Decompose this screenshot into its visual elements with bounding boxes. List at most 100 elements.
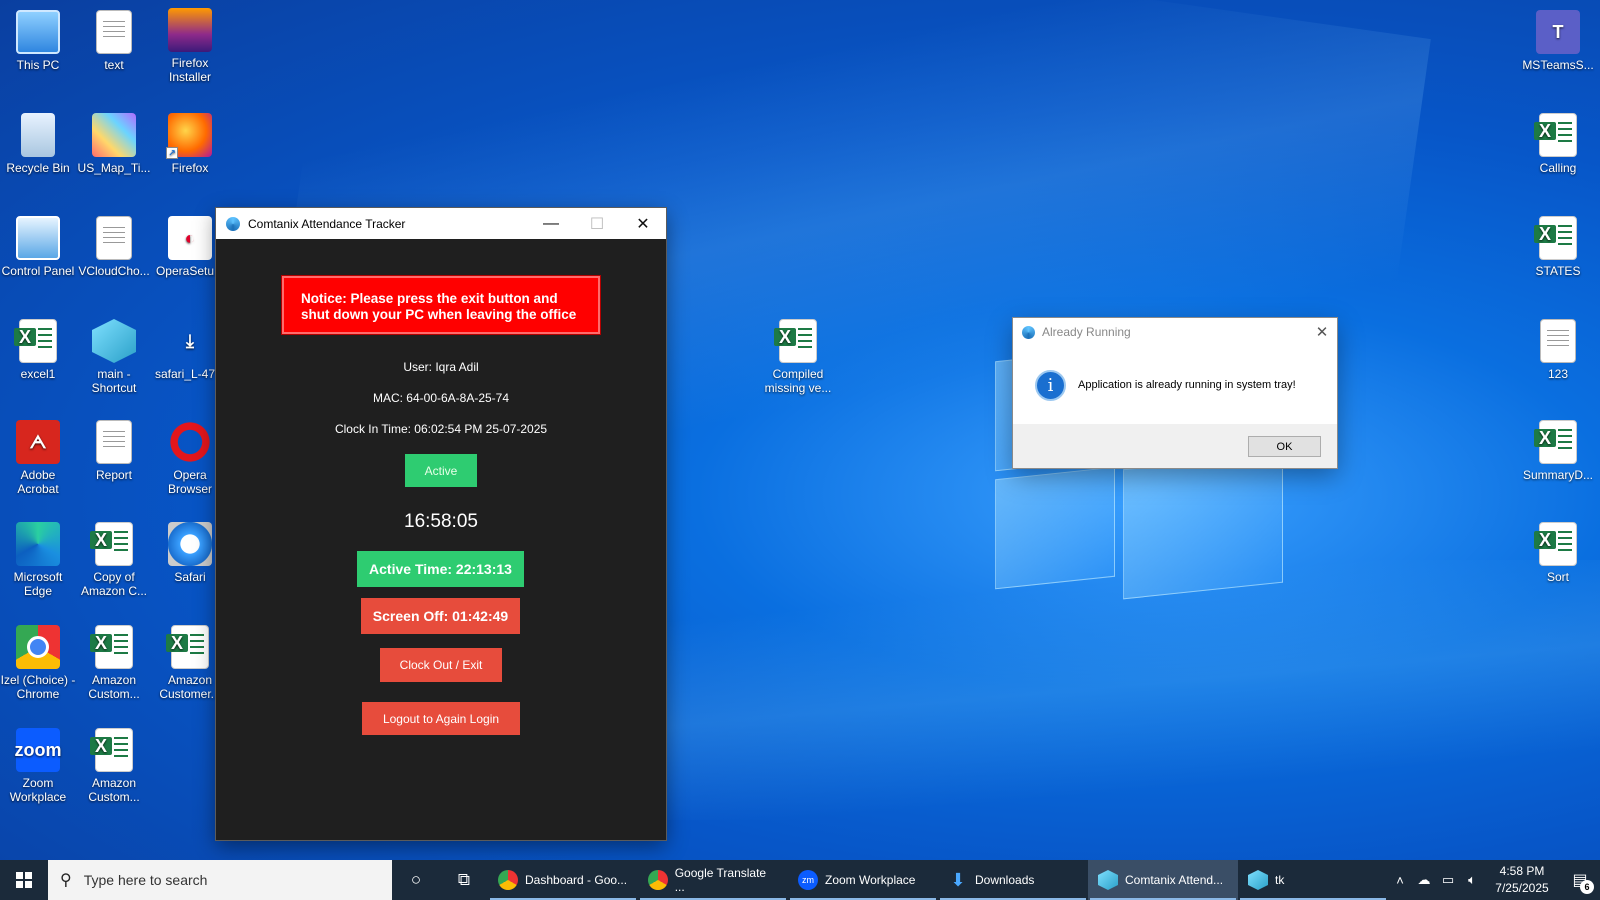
minimize-icon[interactable]: — xyxy=(528,208,574,239)
status-badge[interactable]: Active xyxy=(405,454,477,487)
dialog-title: Already Running xyxy=(1042,325,1131,339)
excel-icon: X xyxy=(14,319,57,363)
window-titlebar[interactable]: Comtanix Attendance Tracker — ☐ ✕ xyxy=(216,208,666,239)
desktop-icon-adobe-acrobat[interactable]: ᗅ Adobe Acrobat xyxy=(0,420,76,496)
comtanix-icon xyxy=(226,216,240,231)
onedrive-icon[interactable]: ☁ xyxy=(1412,872,1436,888)
desktop-icon-123[interactable]: 123 xyxy=(1520,319,1596,381)
clock-date: 7/25/2025 xyxy=(1495,881,1549,895)
taskbar-clock[interactable]: 4:58 PM 7/25/2025 xyxy=(1484,863,1560,897)
taskbar: ⚲ Type here to search ○ ⧉ Dashboard - Go… xyxy=(0,860,1600,900)
desktop-icon-recycle-bin[interactable]: Recycle Bin xyxy=(0,113,76,175)
search-icon: ⚲ xyxy=(60,872,72,889)
maximize-icon[interactable]: ☐ xyxy=(574,208,620,239)
acrobat-icon: ᗅ xyxy=(16,420,60,464)
chrome-icon xyxy=(648,870,668,890)
shortcut-arrow-icon: ↗ xyxy=(166,147,178,159)
desktop-icon-excel1[interactable]: X excel1 xyxy=(0,319,76,381)
start-button[interactable] xyxy=(0,860,48,900)
firefox-installer-icon xyxy=(168,8,212,52)
recycle-bin-icon xyxy=(21,113,55,157)
desktop-icon-control-panel[interactable]: Control Panel xyxy=(0,216,76,278)
notification-center-button[interactable]: ▤ 6 xyxy=(1560,860,1600,900)
notification-count-badge: 6 xyxy=(1580,880,1594,894)
desktop-icon-firefox[interactable]: ↗ Firefox xyxy=(152,113,228,175)
clock-out-exit-button[interactable]: Clock Out / Exit xyxy=(380,648,502,682)
taskbar-app-comtanix[interactable]: Comtanix Attend... xyxy=(1088,860,1238,900)
desktop-icon-compiled-missing[interactable]: X Compiled missing ve... xyxy=(760,319,836,395)
taskbar-app-google-translate[interactable]: Google Translate ... xyxy=(638,860,788,900)
attendance-tracker-window: Comtanix Attendance Tracker — ☐ ✕ Notice… xyxy=(216,208,666,840)
dialog-footer: OK xyxy=(1013,424,1337,468)
comtanix-icon xyxy=(1022,325,1035,339)
edge-icon xyxy=(16,522,60,566)
desktop-icon-main-shortcut[interactable]: main - Shortcut xyxy=(76,319,152,395)
volume-icon[interactable]: 🔈︎ xyxy=(1460,872,1484,888)
excel-icon: X xyxy=(90,728,133,772)
windows-logo-icon xyxy=(16,872,32,888)
document-icon xyxy=(1540,319,1576,363)
close-icon[interactable]: ✕ xyxy=(1307,323,1337,341)
taskbar-app-zoom[interactable]: zm Zoom Workplace xyxy=(788,860,938,900)
network-icon[interactable]: ▭ xyxy=(1436,872,1460,888)
taskbar-app-tk[interactable]: tk xyxy=(1238,860,1388,900)
desktop-icon-us-map[interactable]: US_Map_Ti... xyxy=(76,113,152,175)
comtanix-icon xyxy=(1098,870,1118,890)
desktop-icon-report[interactable]: Report xyxy=(76,420,152,482)
download-icon: ⤓ xyxy=(186,331,194,351)
ok-button[interactable]: OK xyxy=(1248,436,1321,457)
desktop-icon-firefox-installer[interactable]: Firefox Installer xyxy=(152,8,228,84)
desktop-icon-zoom-workplace[interactable]: zoom Zoom Workplace xyxy=(0,728,76,804)
desktop-icon-copy-of-amazon[interactable]: X Copy of Amazon C... xyxy=(76,522,152,598)
logout-button[interactable]: Logout to Again Login xyxy=(362,702,520,735)
app-shortcut-icon xyxy=(92,319,136,363)
desktop-icon-summaryd[interactable]: X SummaryD... xyxy=(1520,420,1596,482)
opera-icon xyxy=(168,420,212,464)
excel-icon: X xyxy=(90,625,133,669)
desktop-icon-izel-chrome[interactable]: Izel (Choice) - Chrome xyxy=(0,625,76,701)
tk-icon xyxy=(1248,870,1268,890)
clock-in-label: Clock In Time: 06:02:54 PM 25-07-2025 xyxy=(334,422,548,436)
chevron-up-icon[interactable]: ˄ xyxy=(1388,873,1412,888)
dialog-titlebar[interactable]: Already Running ✕ xyxy=(1013,318,1337,346)
desktop-icon-calling[interactable]: X Calling xyxy=(1520,113,1596,175)
document-icon xyxy=(96,10,132,54)
teams-icon: T xyxy=(1536,10,1580,54)
notice-banner: Notice: Please press the exit button and… xyxy=(281,275,601,335)
desktop-icon-states[interactable]: X STATES xyxy=(1520,216,1596,278)
taskbar-search-box[interactable]: ⚲ Type here to search xyxy=(48,860,392,900)
chrome-icon xyxy=(498,870,518,890)
desktop-icon-sort[interactable]: X Sort xyxy=(1520,522,1596,584)
window-title: Comtanix Attendance Tracker xyxy=(248,216,406,231)
excel-icon: X xyxy=(1534,420,1577,464)
desktop-icon-amazon-custom-1[interactable]: X Amazon Custom... xyxy=(76,625,152,701)
excel-icon: X xyxy=(166,625,209,669)
clock-time: 4:58 PM xyxy=(1499,864,1545,878)
desktop-icon-vcloudcho[interactable]: VCloudCho... xyxy=(76,216,152,278)
excel-icon: X xyxy=(1534,522,1577,566)
active-time-display: Active Time: 22:13:13 xyxy=(357,551,524,587)
excel-icon: X xyxy=(1534,113,1577,157)
taskbar-app-downloads[interactable]: ⬇ Downloads xyxy=(938,860,1088,900)
desktop-icon-amazon-custom-2[interactable]: X Amazon Custom... xyxy=(76,728,152,804)
close-icon[interactable]: ✕ xyxy=(620,208,666,239)
desktop-icon-this-pc[interactable]: This PC xyxy=(0,10,76,72)
desktop-icon-microsoft-edge[interactable]: Microsoft Edge xyxy=(0,522,76,598)
zoom-icon: zoom xyxy=(15,728,62,772)
already-running-dialog: Already Running ✕ i Application is alrea… xyxy=(1013,318,1337,468)
firefox-icon: ↗ xyxy=(166,113,212,159)
desktop-icon-text[interactable]: text xyxy=(76,10,152,72)
excel-icon: X xyxy=(1534,216,1577,260)
opera-setup-icon: ◐ xyxy=(168,216,212,260)
cortana-icon[interactable]: ○ xyxy=(392,860,440,900)
system-tray: ˄ ☁ ▭ 🔈︎ 4:58 PM 7/25/2025 ▤ 6 xyxy=(1388,860,1600,900)
taskbar-app-dashboard[interactable]: Dashboard - Goo... xyxy=(488,860,638,900)
dialog-body: i Application is already running in syst… xyxy=(1013,346,1337,424)
safari-icon xyxy=(168,522,212,566)
download-folder-icon: ⬇ xyxy=(950,869,966,890)
computer-icon xyxy=(16,10,60,54)
task-view-icon[interactable]: ⧉ xyxy=(440,860,488,900)
chrome-icon xyxy=(16,625,60,669)
desktop-icon-msteams[interactable]: T MSTeamsS... xyxy=(1520,10,1596,72)
user-label: User: Iqra Adil xyxy=(403,360,479,374)
